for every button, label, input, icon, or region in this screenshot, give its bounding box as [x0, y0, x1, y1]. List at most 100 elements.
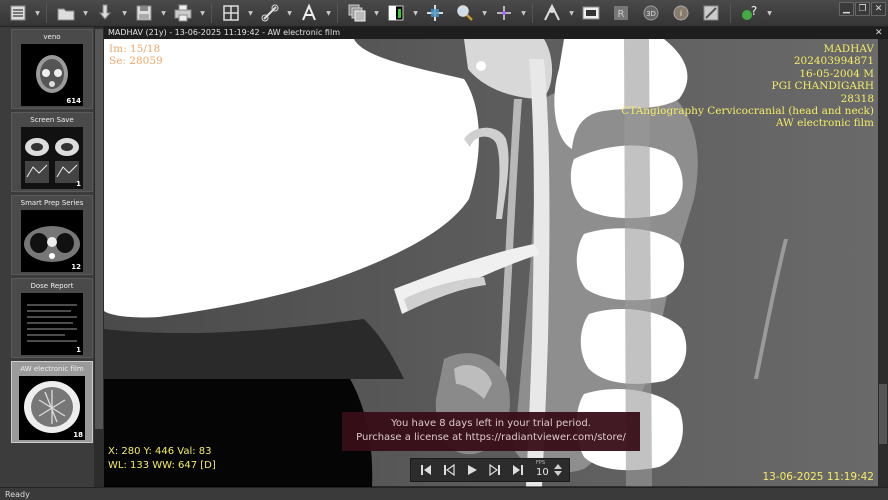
- accession-number: 28318: [840, 92, 874, 105]
- mpr-3d-icon[interactable]: [538, 1, 566, 25]
- dicom-info-icon[interactable]: i: [667, 1, 695, 25]
- restore-icon[interactable]: ❐: [855, 2, 870, 16]
- overlay-bottom-right: 13-06-2025 11:19:42: [762, 471, 874, 483]
- series-thumbnail: 1: [21, 293, 83, 355]
- 3d-volume-icon[interactable]: 3D: [637, 1, 665, 25]
- crosshair-reference-icon[interactable]: [490, 1, 518, 25]
- trial-banner: You have 8 days left in your trial perio…: [342, 412, 640, 451]
- toolbar-separator: [46, 3, 47, 23]
- help-dropdown-arrow[interactable]: ▼: [766, 1, 773, 25]
- patient-birthdate-sex: 16-05-2004 M: [799, 67, 874, 80]
- viewport-scrollbar[interactable]: [878, 39, 888, 487]
- fps-spinner-icon[interactable]: [553, 462, 563, 478]
- window-controls: ▁ ❐ ✕: [839, 2, 886, 16]
- series-image-count: 1: [76, 346, 81, 354]
- status-bar: Ready: [0, 487, 888, 500]
- next-frame-icon[interactable]: [484, 460, 506, 480]
- series-item-smart-prep-series[interactable]: Smart Prep Series 12: [11, 195, 93, 275]
- series-item-veno[interactable]: veno 614: [11, 29, 93, 109]
- series-panel: veno 614 Screen Save 1 Smart Prep Series…: [0, 27, 104, 487]
- trial-message-line-1: You have 8 days left in your trial perio…: [391, 418, 591, 429]
- series-title: Screen Save: [30, 116, 74, 124]
- zoom-dropdown-arrow[interactable]: ▼: [481, 1, 488, 25]
- text-dropdown-arrow[interactable]: ▼: [325, 1, 332, 25]
- series-item-screen-save[interactable]: Screen Save 1: [11, 112, 93, 192]
- overlay-top-left: Im: 15/18 Se: 28059: [109, 43, 163, 68]
- mpr-dropdown-arrow[interactable]: ▼: [568, 1, 575, 25]
- measure-link-icon[interactable]: [256, 1, 284, 25]
- series-title: AW electronic film: [20, 365, 84, 373]
- measure-dropdown-arrow[interactable]: ▼: [286, 1, 293, 25]
- series-list: veno 614 Screen Save 1 Smart Prep Series…: [0, 27, 94, 487]
- download-dropdown-arrow[interactable]: ▼: [121, 1, 128, 25]
- viewport-title: MADHAV (21y) - 13-06-2025 11:19:42 - AW …: [104, 27, 888, 39]
- first-frame-icon[interactable]: [415, 460, 437, 480]
- radiant-viewer-window: ▼ ▼ ▼ ▼ ▼ ▼ ▼ ▼ ▼ ▼ ▼ ▼ ▼ R 3D i ? ▼ ▁ ❐…: [0, 0, 888, 500]
- toolbar-separator: [730, 3, 731, 23]
- window-level-icon[interactable]: [382, 1, 410, 25]
- main-toolbar: ▼ ▼ ▼ ▼ ▼ ▼ ▼ ▼ ▼ ▼ ▼ ▼ ▼ R 3D i ? ▼ ▁ ❐…: [0, 0, 888, 27]
- dicom-anonymize-icon[interactable]: R: [607, 1, 635, 25]
- study-description: CTAngiography Cervicocranial (head and n…: [621, 105, 874, 118]
- menu-icon[interactable]: [4, 1, 32, 25]
- series-image-count: 614: [66, 97, 81, 105]
- open-folder-icon[interactable]: [52, 1, 80, 25]
- image-viewport[interactable]: MADHAV (21y) - 13-06-2025 11:19:42 - AW …: [104, 27, 888, 487]
- series-image-count: 1: [76, 180, 81, 188]
- series-image-count: 18: [73, 431, 83, 439]
- pan-crosshair-icon[interactable]: [421, 1, 449, 25]
- overlay-bottom-left: X: 280 Y: 446 Val: 83 WL: 133 WW: 647 [D…: [108, 445, 216, 473]
- film-print-icon[interactable]: [577, 1, 605, 25]
- series-panel-scroll-thumb[interactable]: [95, 29, 103, 429]
- window-level-dropdown-arrow[interactable]: ▼: [412, 1, 419, 25]
- save-dropdown-arrow[interactable]: ▼: [160, 1, 167, 25]
- svg-text:?: ?: [751, 4, 757, 18]
- play-icon[interactable]: [461, 460, 483, 480]
- patient-name: MADHAV: [823, 43, 874, 55]
- viewport-close-icon[interactable]: ✕: [875, 27, 885, 39]
- save-icon[interactable]: [130, 1, 158, 25]
- download-icon[interactable]: [91, 1, 119, 25]
- series-dropdown-arrow[interactable]: ▼: [373, 1, 380, 25]
- series-item-dose-report[interactable]: Dose Report 1: [11, 278, 93, 358]
- series-thumbnail: 1: [21, 127, 83, 189]
- institution-name: PGI CHANDIGARH: [771, 80, 875, 93]
- open-dropdown-arrow[interactable]: ▼: [82, 1, 89, 25]
- svg-text:i: i: [680, 9, 682, 18]
- print-icon[interactable]: [169, 1, 197, 25]
- fps-value[interactable]: 10: [536, 467, 549, 478]
- text-annotation-icon[interactable]: [295, 1, 323, 25]
- image-number: Im: 15/18: [109, 43, 161, 55]
- image-tool-icon[interactable]: [697, 1, 725, 25]
- series-title: veno: [43, 33, 61, 41]
- series-stack-icon[interactable]: [343, 1, 371, 25]
- window-level-readout: WL: 133 WW: 647 [D]: [108, 460, 216, 471]
- toolbar-separator: [532, 3, 533, 23]
- layout-grid-icon[interactable]: [217, 1, 245, 25]
- print-dropdown-arrow[interactable]: ▼: [199, 1, 206, 25]
- cursor-value-readout: X: 280 Y: 446 Val: 83: [108, 446, 212, 457]
- fps-label: FPS: [536, 460, 546, 466]
- series-title: Dose Report: [30, 282, 74, 290]
- series-title: Smart Prep Series: [20, 199, 84, 207]
- close-icon[interactable]: ✕: [871, 2, 886, 16]
- fps-control[interactable]: FPS 10: [534, 460, 566, 480]
- series-thumbnail: 18: [19, 376, 85, 440]
- series-number: Se: 28059: [109, 55, 163, 68]
- plugin-help-icon[interactable]: ?: [736, 1, 764, 25]
- zoom-magnifier-icon[interactable]: [451, 1, 479, 25]
- minimize-icon[interactable]: ▁: [839, 2, 854, 16]
- series-image-count: 12: [71, 263, 81, 271]
- layout-dropdown-arrow[interactable]: ▼: [247, 1, 254, 25]
- previous-frame-icon[interactable]: [438, 460, 460, 480]
- patient-id: 202403994871: [793, 55, 874, 68]
- series-item-aw-electronic-film[interactable]: AW electronic film 18: [11, 361, 93, 443]
- series-panel-scrollbar[interactable]: [94, 27, 104, 487]
- viewport-scroll-thumb[interactable]: [879, 384, 887, 444]
- trial-message-line-2: Purchase a license at https://radiantvie…: [356, 432, 626, 443]
- series-thumbnail: 12: [21, 210, 83, 272]
- status-text: Ready: [5, 490, 30, 499]
- crosshair-dropdown-arrow[interactable]: ▼: [520, 1, 527, 25]
- menu-dropdown-arrow[interactable]: ▼: [34, 1, 41, 25]
- last-frame-icon[interactable]: [507, 460, 529, 480]
